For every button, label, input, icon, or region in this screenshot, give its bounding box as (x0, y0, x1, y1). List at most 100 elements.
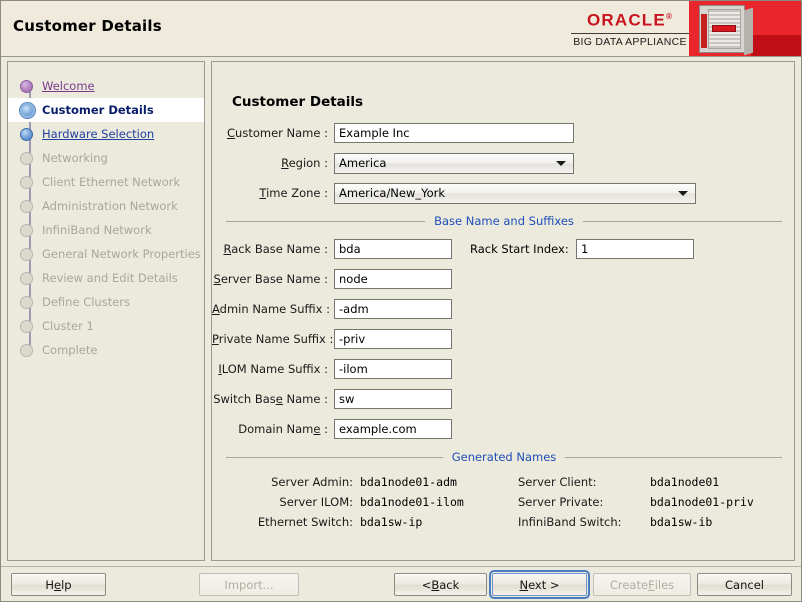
step-bullet-icon (20, 343, 33, 357)
back-button[interactable]: < Back (394, 573, 487, 596)
sidebar-item-label[interactable]: Hardware Selection (42, 127, 154, 141)
switch-base-name-label-text-b: Name : (282, 392, 328, 406)
customer-name-input[interactable]: Example Inc (334, 123, 574, 143)
infiniband-switch-value: bda1sw-ib (650, 515, 713, 529)
field-row-ilom-name-suffix: ILOM Name Suffix : -ilom (212, 356, 796, 382)
section-rule-right (565, 456, 782, 458)
private-name-suffix-label-text: rivate Name Suffix : (218, 332, 334, 346)
server-base-name-input[interactable]: node (334, 269, 452, 289)
step-bullet-icon (20, 127, 33, 141)
step-bullet-icon (20, 199, 33, 213)
help-button-mnemonic: e (54, 577, 62, 592)
sidebar-item-cluster-1: Cluster 1 (8, 314, 204, 338)
server-private-value: bda1node01-priv (650, 495, 754, 509)
sidebar-item-customer-details[interactable]: Customer Details (8, 98, 204, 122)
sidebar-item-label: Client Ethernet Network (42, 175, 181, 189)
private-name-suffix-input[interactable]: -priv (334, 329, 452, 349)
sidebar-item-label: InfiniBand Network (42, 223, 152, 237)
step-bullet-icon (20, 79, 33, 93)
domain-name-label-text-a: Domain Nam (238, 422, 314, 436)
field-row-switch-base-name: Switch Base Name : sw (212, 386, 796, 412)
application-window: Customer Details ORACLE® BIG DATA APPLIA… (0, 0, 802, 602)
wizard-step-list: Welcome Customer Details Hardware Select… (8, 62, 204, 362)
region-mnemonic: R (281, 156, 289, 170)
sidebar-item-hardware-selection[interactable]: Hardware Selection (8, 122, 204, 146)
section-rule-left (226, 456, 443, 458)
field-row-customer-name: Customer Name : Example Inc (212, 120, 796, 146)
customer-details-form: Customer Name : Example Inc Region : Ame… (212, 120, 796, 532)
sidebar-item-label: Review and Edit Details (42, 271, 178, 285)
sidebar-item-label[interactable]: Welcome (42, 79, 95, 93)
domain-name-label-text-b: : (320, 422, 328, 436)
region-label: Region : (212, 156, 334, 170)
private-name-suffix-mnemonic: P (212, 332, 219, 346)
generated-names-row: Server ILOM: bda1node01-ilom Server Priv… (212, 492, 796, 512)
region-selected-value: America (339, 156, 387, 170)
switch-base-name-label-text-a: Switch Bas (213, 392, 276, 406)
generated-names-section-title: Generated Names (451, 450, 557, 464)
time-zone-label-text: ime Zone : (266, 186, 328, 200)
next-button[interactable]: Next > (489, 570, 590, 599)
sidebar-item-welcome[interactable]: Welcome (8, 74, 204, 98)
help-button-label-a: H (45, 577, 55, 592)
help-button[interactable]: He lp (11, 573, 106, 596)
main-content-panel: Customer Details Customer Name : Example… (211, 61, 795, 561)
ethernet-switch-label: Ethernet Switch: (257, 515, 353, 529)
customer-name-label: Customer Name : (212, 126, 334, 140)
domain-name-input[interactable]: example.com (334, 419, 452, 439)
generated-names-grid: Server Admin: bda1node01-adm Server Clie… (212, 472, 796, 532)
server-base-name-mnemonic: S (213, 272, 221, 286)
region-dropdown[interactable]: America (334, 152, 574, 174)
window-body: Welcome Customer Details Hardware Select… (1, 57, 801, 566)
ilom-name-suffix-label: ILOM Name Suffix : (212, 362, 334, 376)
admin-name-suffix-input[interactable]: -adm (334, 299, 452, 319)
sidebar-item-define-clusters: Define Clusters (8, 290, 204, 314)
rack-side-panel (744, 7, 753, 56)
domain-name-label: Domain Name : (212, 422, 334, 436)
rack-base-name-input[interactable]: bda (334, 239, 452, 259)
oracle-logo: ORACLE® BIG DATA APPLIANCE (571, 7, 689, 48)
sidebar-item-complete: Complete (8, 338, 204, 362)
sidebar-item-review-and-edit-details: Review and Edit Details (8, 266, 204, 290)
server-private-label: Server Private: (518, 495, 604, 509)
sidebar-item-infiniband-network: InfiniBand Network (8, 218, 204, 242)
sidebar-item-label: Administration Network (42, 199, 178, 213)
rack-indicator-bar (712, 25, 736, 32)
back-button-label-b: ack (439, 577, 460, 592)
server-admin-value: bda1node01-adm (360, 475, 457, 489)
region-label-text: egion : (288, 156, 328, 170)
back-button-label-a: < (421, 577, 432, 592)
create-files-button: Create Files (593, 573, 691, 596)
field-row-rack-base-name: Rack Base Name : bda Rack Start Index: 1 (212, 236, 796, 262)
rack-base-name-label: Rack Base Name : (212, 242, 334, 256)
chevron-down-icon (556, 161, 566, 166)
section-rule-right (582, 220, 783, 222)
time-zone-dropdown[interactable]: America/New_York (334, 182, 696, 204)
generated-names-row: Ethernet Switch: bda1sw-ip InfiniBand Sw… (212, 512, 796, 532)
server-client-value: bda1node01 (650, 475, 720, 489)
field-row-time-zone: Time Zone : America/New_York (212, 180, 796, 206)
step-bullet-icon (20, 319, 33, 333)
rack-start-index-input[interactable]: 1 (576, 239, 694, 259)
admin-name-suffix-mnemonic: A (212, 302, 220, 316)
step-bullet-icon (20, 151, 33, 165)
step-bullet-icon (20, 102, 35, 118)
wizard-button-bar: He lp Import... < Back Next > Create File… (1, 566, 801, 601)
sidebar-item-administration-network: Administration Network (8, 194, 204, 218)
step-bullet-icon (20, 175, 33, 189)
create-files-label-b: iles (654, 577, 675, 592)
sidebar-item-label: Complete (42, 343, 98, 357)
cancel-button[interactable]: Cancel (697, 573, 792, 596)
switch-base-name-input[interactable]: sw (334, 389, 452, 409)
sidebar-item-networking: Networking (8, 146, 204, 170)
generated-names-row: Server Admin: bda1node01-adm Server Clie… (212, 472, 796, 492)
server-ilom-label: Server ILOM: (279, 495, 353, 509)
ilom-name-suffix-input[interactable]: -ilom (334, 359, 452, 379)
section-heading: Customer Details (232, 94, 364, 110)
rack-spine (701, 14, 707, 48)
sidebar-item-label: General Network Properties (42, 247, 201, 261)
switch-base-name-mnemonic: e (275, 392, 283, 406)
next-button-label-b: ext > (528, 577, 560, 592)
time-zone-label: Time Zone : (212, 186, 334, 200)
base-names-section-title: Base Name and Suffixes (434, 214, 574, 228)
